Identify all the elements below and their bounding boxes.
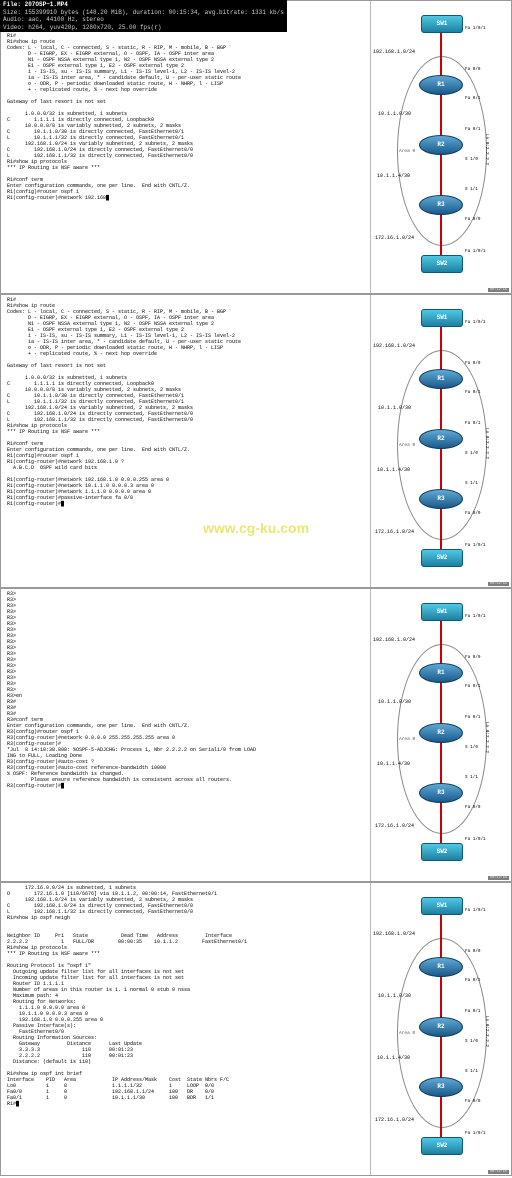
topology-diagram: Area 0 SW1 R1 R2 R3 SW2 Fa 1/0/1 Fa 0/0 …: [371, 1, 511, 293]
media-audio: Audio: aac, 44100 Hz, stereo: [3, 16, 284, 24]
timestamp: 00:12:15: [488, 582, 509, 586]
router-r1: R1: [419, 75, 463, 95]
media-video: Video: h264, yuv420p, 1280x720, 25.00 fp…: [3, 24, 284, 32]
timestamp: 00:12:15: [488, 288, 509, 292]
thumbnail-pane-4: 172.16.0.0/24 is subnetted, 1 subnets O …: [0, 882, 512, 1176]
router-r1: R1: [419, 663, 463, 683]
switch-sw2: SW2: [421, 1137, 463, 1155]
thumbnail-pane-3: R3> R3> R3> R3> R3> R3> R3> R3> R3> R3> …: [0, 588, 512, 882]
timestamp: 00:12:15: [488, 1170, 509, 1174]
router-r3: R3: [419, 1077, 463, 1097]
router-r2: R2: [419, 723, 463, 743]
media-info-overlay: File: 207OSP~1.MP4 Size: 155399910 bytes…: [0, 0, 287, 32]
thumbnail-pane-1: R1# R1# R1# R1# R1# R1# R1#show ip route…: [0, 0, 512, 294]
router-r2: R2: [419, 429, 463, 449]
media-size: Size: 155399910 bytes (148.20 MiB), dura…: [3, 9, 284, 17]
router-r2: R2: [419, 1017, 463, 1037]
switch-sw2: SW2: [421, 255, 463, 273]
terminal-output[interactable]: R3> R3> R3> R3> R3> R3> R3> R3> R3> R3> …: [1, 589, 371, 881]
terminal-output[interactable]: R1# R1#show ip route Codes: L - local, C…: [1, 295, 371, 587]
topology-diagram: Area 0 SW1 R1 R2 R3 SW2 Fa 1/0/1 Fa 0/0 …: [371, 589, 511, 881]
media-file: File: 207OSP~1.MP4: [3, 1, 284, 9]
switch-sw2: SW2: [421, 843, 463, 861]
switch-sw1: SW1: [421, 309, 463, 327]
router-r3: R3: [419, 489, 463, 509]
area-label: Area 0: [399, 443, 415, 449]
timestamp: 00:12:15: [488, 876, 509, 880]
thumbnail-pane-2: R1# R1#show ip route Codes: L - local, C…: [0, 294, 512, 588]
topology-diagram: Area 0 SW1 R1 R2 R3 SW2 Fa 1/0/1 Fa 0/0 …: [371, 883, 511, 1175]
switch-sw1: SW1: [421, 603, 463, 621]
switch-sw1: SW1: [421, 897, 463, 915]
router-r1: R1: [419, 957, 463, 977]
area-label: Area 0: [399, 149, 415, 155]
switch-sw2: SW2: [421, 549, 463, 567]
router-r2: R2: [419, 135, 463, 155]
terminal-output[interactable]: 172.16.0.0/24 is subnetted, 1 subnets O …: [1, 883, 371, 1175]
switch-sw1: SW1: [421, 15, 463, 33]
terminal-output[interactable]: R1# R1# R1# R1# R1# R1# R1#show ip route…: [1, 1, 371, 293]
router-r3: R3: [419, 195, 463, 215]
topology-diagram: Area 0 SW1 R1 R2 R3 SW2 Fa 1/0/1 Fa 0/0 …: [371, 295, 511, 587]
router-r1: R1: [419, 369, 463, 389]
router-r3: R3: [419, 783, 463, 803]
area-label: Area 0: [399, 737, 415, 743]
area-label: Area 0: [399, 1031, 415, 1037]
